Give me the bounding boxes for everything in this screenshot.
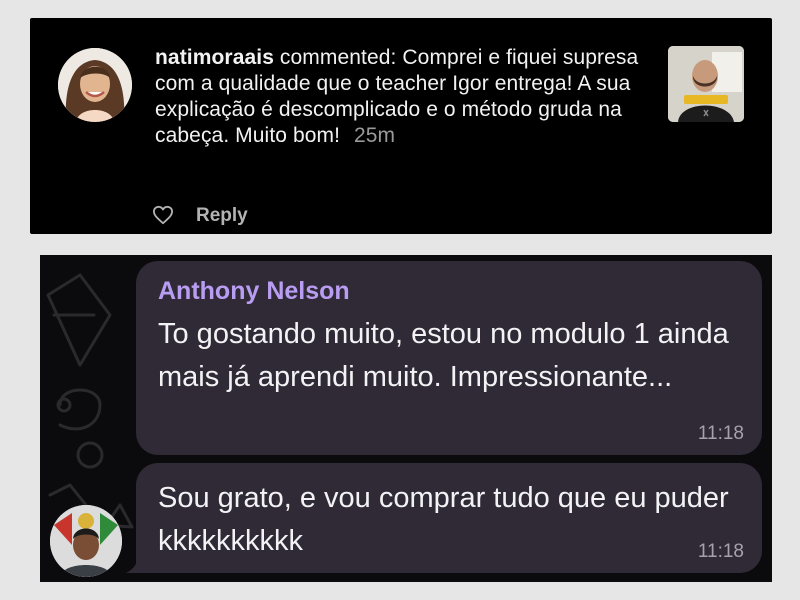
message-time: 11:18 [697,541,744,562]
comment-body: natimoraais commented: Comprei e fiquei … [155,45,650,149]
sender-avatar[interactable] [50,505,122,577]
bubble-tail [126,555,146,573]
message-text: To gostando muito, estou no modulo 1 ain… [158,318,729,393]
chat-message[interactable]: Anthony Nelson To gostando muito, estou … [136,261,762,455]
comment-time: 25m [354,124,396,147]
comment-actions: Reply [152,204,248,228]
message-time: 11:18 [697,423,744,444]
comment-username[interactable]: natimoraais [155,46,274,69]
heart-icon[interactable] [152,205,176,227]
telegram-chat-card: Anthony Nelson To gostando muito, estou … [40,255,772,582]
message-text: Sou grato, e vou comprar tudo que eu pud… [158,482,729,557]
chat-message[interactable]: Sou grato, e vou comprar tudo que eu pud… [136,463,762,573]
sender-avatar-image [50,505,122,577]
comment-action: commented: [279,46,397,69]
post-thumbnail[interactable] [668,46,744,122]
instagram-comment-card: natimoraais commented: Comprei e fiquei … [30,18,772,234]
testimonials-screenshot: natimoraais commented: Comprei e fiquei … [0,0,800,600]
reply-button[interactable]: Reply [196,205,248,227]
sender-name[interactable]: Anthony Nelson [158,277,350,306]
post-thumbnail-image [668,46,744,122]
commenter-avatar-image [58,48,132,122]
commenter-avatar[interactable] [58,48,132,122]
